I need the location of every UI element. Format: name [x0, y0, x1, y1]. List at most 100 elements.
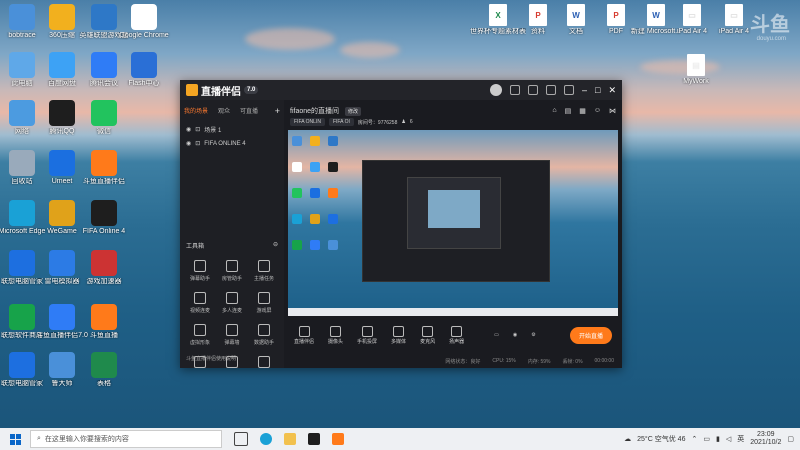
tool-item[interactable]: 弹幕墙: [216, 324, 248, 346]
toolbox-more-icon[interactable]: ⊖: [273, 241, 278, 250]
tool-item[interactable]: 弹幕助手: [184, 260, 216, 282]
message-icon[interactable]: [510, 85, 520, 95]
preview-icon: [292, 162, 302, 172]
help-link[interactable]: 斗鱼直播伴侣使用说明: [186, 355, 236, 362]
app-icon: [91, 352, 117, 378]
go-live-button[interactable]: 开始直播: [569, 326, 612, 344]
memory-status: 内存: 59%: [527, 358, 551, 365]
notification-icon[interactable]: ▢: [787, 435, 794, 443]
desktop-icon[interactable]: FIFA Online 4: [76, 200, 132, 236]
preview-icon: [292, 136, 302, 146]
clock-time: 23:09: [757, 431, 775, 438]
tool-icon: [226, 324, 238, 336]
stream-preview[interactable]: [288, 130, 618, 316]
gift-icon[interactable]: ⌂: [552, 107, 556, 115]
tool-item[interactable]: 多人连麦: [216, 292, 248, 314]
desktop-icon[interactable]: 斗鱼直播伴侣: [76, 150, 132, 186]
microphone-button[interactable]: 麦克风: [420, 325, 435, 345]
app-icon: [91, 100, 117, 126]
app-sidebar: 我的场景 观众 可直播 + ◉ ⊡ 场景 1 ◉ ⊡ FIFA ONLINE 4…: [180, 100, 284, 368]
tool-icon: [226, 292, 238, 304]
speaker-button[interactable]: 扬声器: [449, 325, 465, 345]
tab-live[interactable]: 可直播: [240, 106, 258, 116]
user-avatar[interactable]: [490, 84, 502, 96]
start-button[interactable]: [0, 433, 30, 445]
cpu-status: CPU: 15%: [492, 358, 516, 364]
grid-icon[interactable]: ▦: [579, 107, 586, 115]
lock-icon[interactable]: ⊡: [195, 140, 200, 147]
app-icon: [49, 250, 75, 276]
desktop-icon-label: 微信: [97, 128, 111, 135]
desktop-icon[interactable]: 游戏加速器: [76, 250, 132, 286]
note-icon[interactable]: ▤: [565, 107, 572, 115]
lock-icon[interactable]: ⊡: [195, 126, 200, 133]
tool-item[interactable]: 视频连麦: [184, 292, 216, 314]
menu-icon[interactable]: [564, 85, 574, 95]
desktop-icon[interactable]: Flash中心: [116, 52, 172, 88]
control-label: 扬声器: [449, 338, 465, 345]
tool-item[interactable]: 虚拟形象: [184, 324, 216, 346]
task-view-icon[interactable]: [234, 432, 248, 446]
skin-icon[interactable]: [528, 85, 538, 95]
clock[interactable]: 23:09 2021/10/2: [750, 431, 781, 447]
tool-item[interactable]: 数据助手: [248, 324, 280, 346]
app-icon: [9, 352, 35, 378]
tag-chip[interactable]: FIFA ONLIN: [290, 118, 325, 126]
desktop-icon[interactable]: Google Chrome: [116, 4, 172, 40]
scene-item[interactable]: ◉ ⊡ FIFA ONLINE 4: [180, 137, 284, 150]
tab-audience[interactable]: 观众: [218, 106, 230, 116]
app-icon: [49, 304, 75, 330]
volume-icon[interactable]: ◁: [726, 435, 731, 443]
tab-scenes[interactable]: 我的场景: [184, 106, 208, 116]
tool-item[interactable]: 游戏屏: [248, 292, 280, 314]
desktop-icon[interactable]: 斗鱼直播: [76, 304, 132, 340]
maximize-button[interactable]: □: [595, 85, 600, 95]
room-header: fifaone的直播间 修改 ⌂ ▤ ▦ ☺ ⋈: [284, 100, 622, 118]
taskbar-search[interactable]: ⌕ 在这里输入你要搜索的内容: [30, 430, 222, 448]
windows-taskbar: ⌕ 在这里输入你要搜索的内容 ☁ 25°C 空气优 46 ⌃ ▭ ▮ ◁ 英 2…: [0, 428, 800, 450]
edge-icon[interactable]: [260, 433, 272, 445]
tray-arrow-icon[interactable]: ⌃: [691, 435, 697, 443]
camera-button[interactable]: 摄像头: [328, 325, 343, 345]
file-explorer-icon[interactable]: [284, 433, 296, 445]
eye-icon[interactable]: ◉: [186, 126, 191, 133]
control-bar: 直播伴侣 摄像头 手机投屏 多媒体 麦克风 扬声器 ▭ ◉ ⚙ 开始直播: [284, 324, 622, 346]
network-status: 网络状态：良好: [445, 358, 481, 365]
tool-item[interactable]: 主播任务: [248, 260, 280, 282]
settings-icon[interactable]: [546, 85, 556, 95]
search-placeholder: 在这里输入你要搜索的内容: [44, 436, 129, 443]
tool-icon: [194, 260, 206, 272]
tag-chip[interactable]: FIFA OI: [328, 118, 354, 126]
user-icon[interactable]: ☺: [594, 107, 601, 115]
eye-icon[interactable]: ◉: [513, 332, 517, 338]
mic-icon: [422, 325, 434, 337]
battery-icon[interactable]: ▮: [716, 435, 720, 443]
network-icon[interactable]: ▭: [703, 435, 710, 443]
desktop-icon[interactable]: 微信: [76, 100, 132, 136]
share-icon[interactable]: ⋈: [609, 107, 616, 115]
tool-icon: [226, 260, 238, 272]
app-icon: [91, 4, 117, 30]
record-icon[interactable]: ▭: [494, 332, 499, 338]
desktop-file-icon[interactable]: ▤ MyWork: [668, 54, 724, 86]
weather-text[interactable]: 25°C 空气优 46: [637, 434, 685, 444]
ime-indicator[interactable]: 英: [737, 434, 744, 444]
add-scene-button[interactable]: +: [275, 106, 280, 116]
app-icon: [91, 150, 117, 176]
minimize-button[interactable]: –: [582, 85, 587, 95]
media-button[interactable]: 多媒体: [391, 325, 406, 345]
tool-item[interactable]: [248, 356, 280, 371]
app-icon: [9, 250, 35, 276]
edit-room-button[interactable]: 修改: [345, 106, 362, 116]
tool-label: 房管助手: [221, 276, 242, 282]
phone-cast-button[interactable]: 手机投屏: [357, 325, 377, 345]
settings-icon[interactable]: ⚙: [531, 332, 535, 338]
desktop-icon[interactable]: 表格: [76, 352, 132, 388]
eye-icon[interactable]: ◉: [186, 140, 191, 147]
fifa-icon[interactable]: [308, 433, 320, 445]
scene-item[interactable]: ◉ ⊡ 场景 1: [180, 122, 284, 137]
douyu-icon[interactable]: [332, 433, 344, 445]
close-button[interactable]: ✕: [608, 85, 616, 96]
tool-item[interactable]: 房管助手: [216, 260, 248, 282]
capture-screen-button[interactable]: 直播伴侣: [294, 325, 314, 345]
